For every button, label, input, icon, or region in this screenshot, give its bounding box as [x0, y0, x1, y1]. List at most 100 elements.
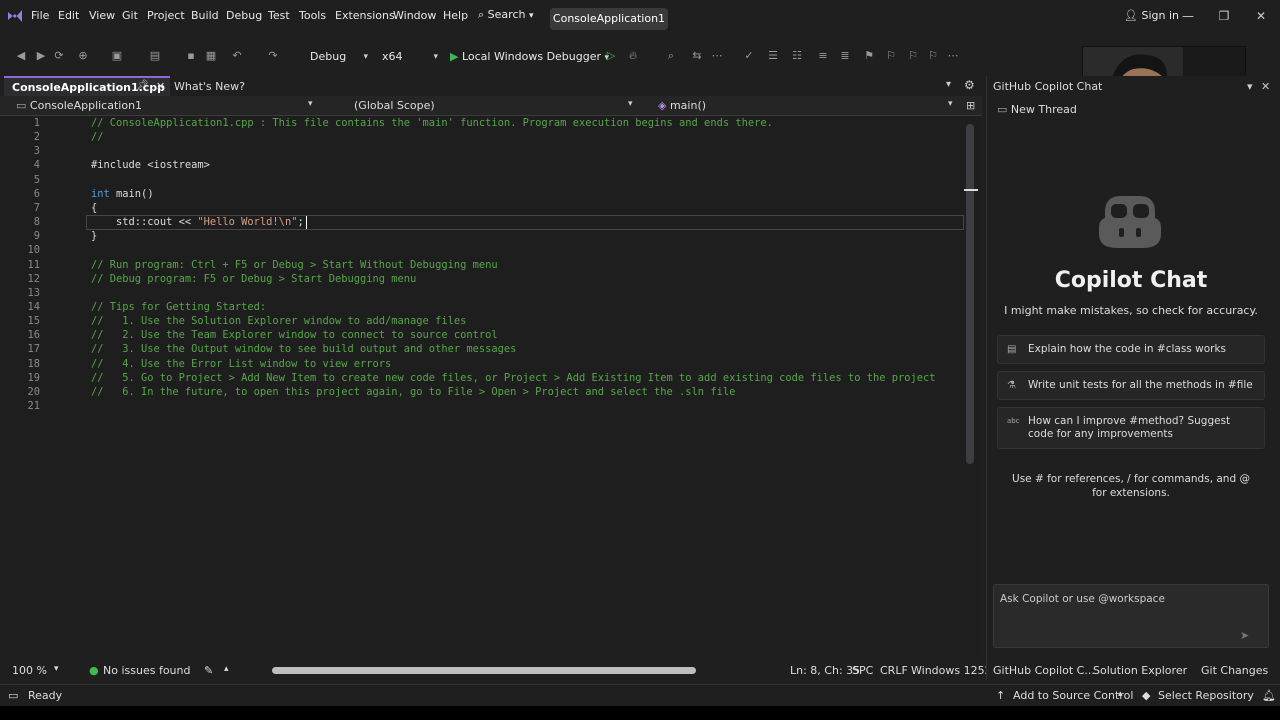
cursor-position[interactable]: Ln: 8, Ch: 35	[790, 664, 860, 677]
scope-dropdown[interactable]: (Global Scope)	[354, 99, 435, 112]
code-line[interactable]: 3	[0, 145, 965, 159]
chevron-down-icon[interactable]: ▾	[948, 99, 953, 109]
menu-extensions[interactable]: Extensions	[335, 9, 395, 22]
configuration-select[interactable]: Debug ▾	[304, 46, 372, 68]
project-dropdown[interactable]: ▭ ConsoleApplication1	[16, 99, 142, 112]
code-line[interactable]: 17 // 3. Use the Output window to see bui…	[0, 343, 965, 357]
toolbar-overflow-icon[interactable]: ⋯	[946, 49, 960, 63]
tab-list-icon[interactable]: ▾	[946, 79, 951, 90]
menu-window[interactable]: Window	[393, 9, 436, 22]
outdent-icon[interactable]: ≣	[838, 49, 852, 63]
whitespace-mode[interactable]: SPC	[852, 664, 873, 677]
restore-icon[interactable]: ❐	[1214, 6, 1234, 26]
new-thread-button[interactable]: ▭ New Thread	[997, 103, 1077, 116]
line-ending[interactable]: CRLF	[880, 664, 908, 677]
code-line[interactable]: 14 // Tips for Getting Started:	[0, 301, 965, 315]
more-icon[interactable]: ⋯	[710, 49, 724, 63]
clear-bookmarks-icon[interactable]: ⚐	[926, 49, 940, 63]
code-line[interactable]: 2 //	[0, 131, 965, 145]
code-line[interactable]: 15 // 1. Use the Solution Explorer window…	[0, 315, 965, 329]
code-line[interactable]: 16 // 2. Use the Team Explorer window to …	[0, 329, 965, 343]
pin-icon[interactable]: 📌︎	[136, 80, 149, 91]
code-line[interactable]: 11 // Run program: Ctrl + F5 or Debug > S…	[0, 259, 965, 273]
spellcheck-icon[interactable]: ✓	[742, 49, 756, 63]
tab-consoleapplication1-cpp[interactable]: ConsoleApplication1.cpp 📌︎ ✕	[4, 76, 170, 96]
redo-icon[interactable]: ↷	[266, 49, 280, 63]
close-window-icon[interactable]: ✕	[1251, 6, 1271, 26]
code-line[interactable]: 1 // ConsoleApplication1.cpp : This file …	[0, 117, 965, 131]
save-all-icon[interactable]: ▦	[204, 49, 218, 63]
tab-git-changes[interactable]: Git Changes	[1201, 664, 1268, 677]
vertical-scrollbar[interactable]	[966, 124, 974, 464]
suggestion-explain-class[interactable]: ▤ Explain how the code in #class works	[997, 335, 1265, 364]
menu-test[interactable]: Test	[268, 9, 290, 22]
new-item-icon[interactable]: ▤	[148, 49, 162, 63]
code-line[interactable]: 13	[0, 287, 965, 301]
code-line[interactable]: 7{	[0, 202, 965, 216]
code-line[interactable]: 19 // 5. Go to Project > Add New Item to …	[0, 372, 965, 386]
brush-icon[interactable]: ✎	[204, 664, 213, 677]
select-repository[interactable]: Select Repository	[1158, 689, 1254, 702]
minimize-icon[interactable]: —	[1178, 6, 1198, 26]
visual-studio-logo-icon[interactable]	[6, 7, 24, 25]
copilot-chat-input[interactable]: Ask Copilot or use @workspace ➤	[993, 584, 1269, 648]
panel-menu-icon[interactable]: ▾	[1247, 80, 1253, 93]
next-bookmark-icon[interactable]: ⚐	[906, 49, 920, 63]
code-line[interactable]: 20 // 6. In the future, to open this proj…	[0, 386, 965, 400]
solution-name-badge[interactable]: ConsoleApplication1	[550, 8, 668, 30]
start-without-debugging-icon[interactable]: ▷	[604, 49, 618, 63]
uncomment-icon[interactable]: ☷	[790, 49, 804, 63]
menu-project[interactable]: Project	[147, 9, 185, 22]
suggestion-unit-tests[interactable]: ⚗ Write unit tests for all the methods i…	[997, 371, 1265, 400]
menu-help[interactable]: Help	[443, 9, 468, 22]
hot-reload-icon[interactable]: 🔥︎	[626, 49, 640, 63]
add-to-source-control[interactable]: Add to Source Control	[1013, 689, 1133, 702]
horizontal-scrollbar[interactable]	[272, 667, 696, 674]
indent-icon[interactable]: ≡	[816, 49, 830, 63]
menu-file[interactable]: File	[31, 9, 49, 22]
find-icon[interactable]: ⌕	[664, 49, 678, 63]
back-icon[interactable]: ◀	[14, 49, 28, 63]
close-tab-icon[interactable]: ✕	[156, 80, 165, 93]
menu-edit[interactable]: Edit	[58, 9, 79, 22]
menu-view[interactable]: View	[89, 9, 115, 22]
suggestion-improve-method[interactable]: abc How can I improve #method? Suggest c…	[997, 407, 1265, 449]
member-dropdown[interactable]: ◈ main()	[658, 99, 706, 112]
notifications-icon[interactable]: 🔔︎	[1262, 689, 1276, 702]
file-encoding[interactable]: Windows 1252	[911, 664, 992, 677]
code-line[interactable]: 10	[0, 244, 965, 258]
prev-bookmark-icon[interactable]: ⚐	[884, 49, 898, 63]
chevron-down-icon[interactable]: ▾	[308, 99, 313, 109]
platform-select[interactable]: x64 ▾	[376, 46, 442, 68]
tab-whats-new[interactable]: What's New?	[174, 80, 245, 93]
tab-solution-explorer[interactable]: Solution Explorer	[1093, 664, 1187, 677]
zoom-level[interactable]: 100 %	[12, 664, 47, 677]
code-line[interactable]: 21	[0, 400, 965, 414]
code-line[interactable]: 6 int main()	[0, 188, 965, 202]
chevron-up-icon[interactable]: ▴	[224, 664, 229, 674]
search-button[interactable]: ⌕ Search ▾	[478, 8, 542, 24]
code-line[interactable]: 4 #include <iostream>	[0, 159, 965, 173]
close-panel-icon[interactable]: ✕	[1261, 80, 1270, 93]
chevron-down-icon[interactable]: ▾	[628, 99, 633, 109]
undo-icon[interactable]: ↶	[230, 49, 244, 63]
save-icon[interactable]: ▪	[184, 49, 198, 63]
forward-icon[interactable]: ▶	[34, 49, 48, 63]
bookmark-icon[interactable]: ⚑	[862, 49, 876, 63]
browser-link-icon[interactable]: ⇆	[690, 49, 704, 63]
code-line[interactable]: 8 std::cout << "Hello World!\n";	[0, 216, 965, 230]
sign-in-button[interactable]: 👤︎ Sign in	[1124, 9, 1179, 22]
settings-gear-icon[interactable]: ⚙	[964, 78, 975, 92]
open-file-icon[interactable]: ▣	[110, 49, 124, 63]
code-line[interactable]: 18 // 4. Use the Error List window to vie…	[0, 358, 965, 372]
comment-icon[interactable]: ☰	[766, 49, 780, 63]
menu-git[interactable]: Git	[122, 9, 138, 22]
tab-github-copilot-chat[interactable]: GitHub Copilot C...	[993, 664, 1095, 677]
menu-debug[interactable]: Debug	[226, 9, 262, 22]
chevron-down-icon[interactable]: ▾	[54, 664, 59, 674]
menu-build[interactable]: Build	[191, 9, 219, 22]
code-line[interactable]: 12 // Debug program: F5 or Debug > Start …	[0, 273, 965, 287]
code-line[interactable]: 5	[0, 174, 965, 188]
chevron-up-icon[interactable]: ▴	[1118, 689, 1123, 699]
split-editor-icon[interactable]: ⊞	[966, 99, 975, 112]
